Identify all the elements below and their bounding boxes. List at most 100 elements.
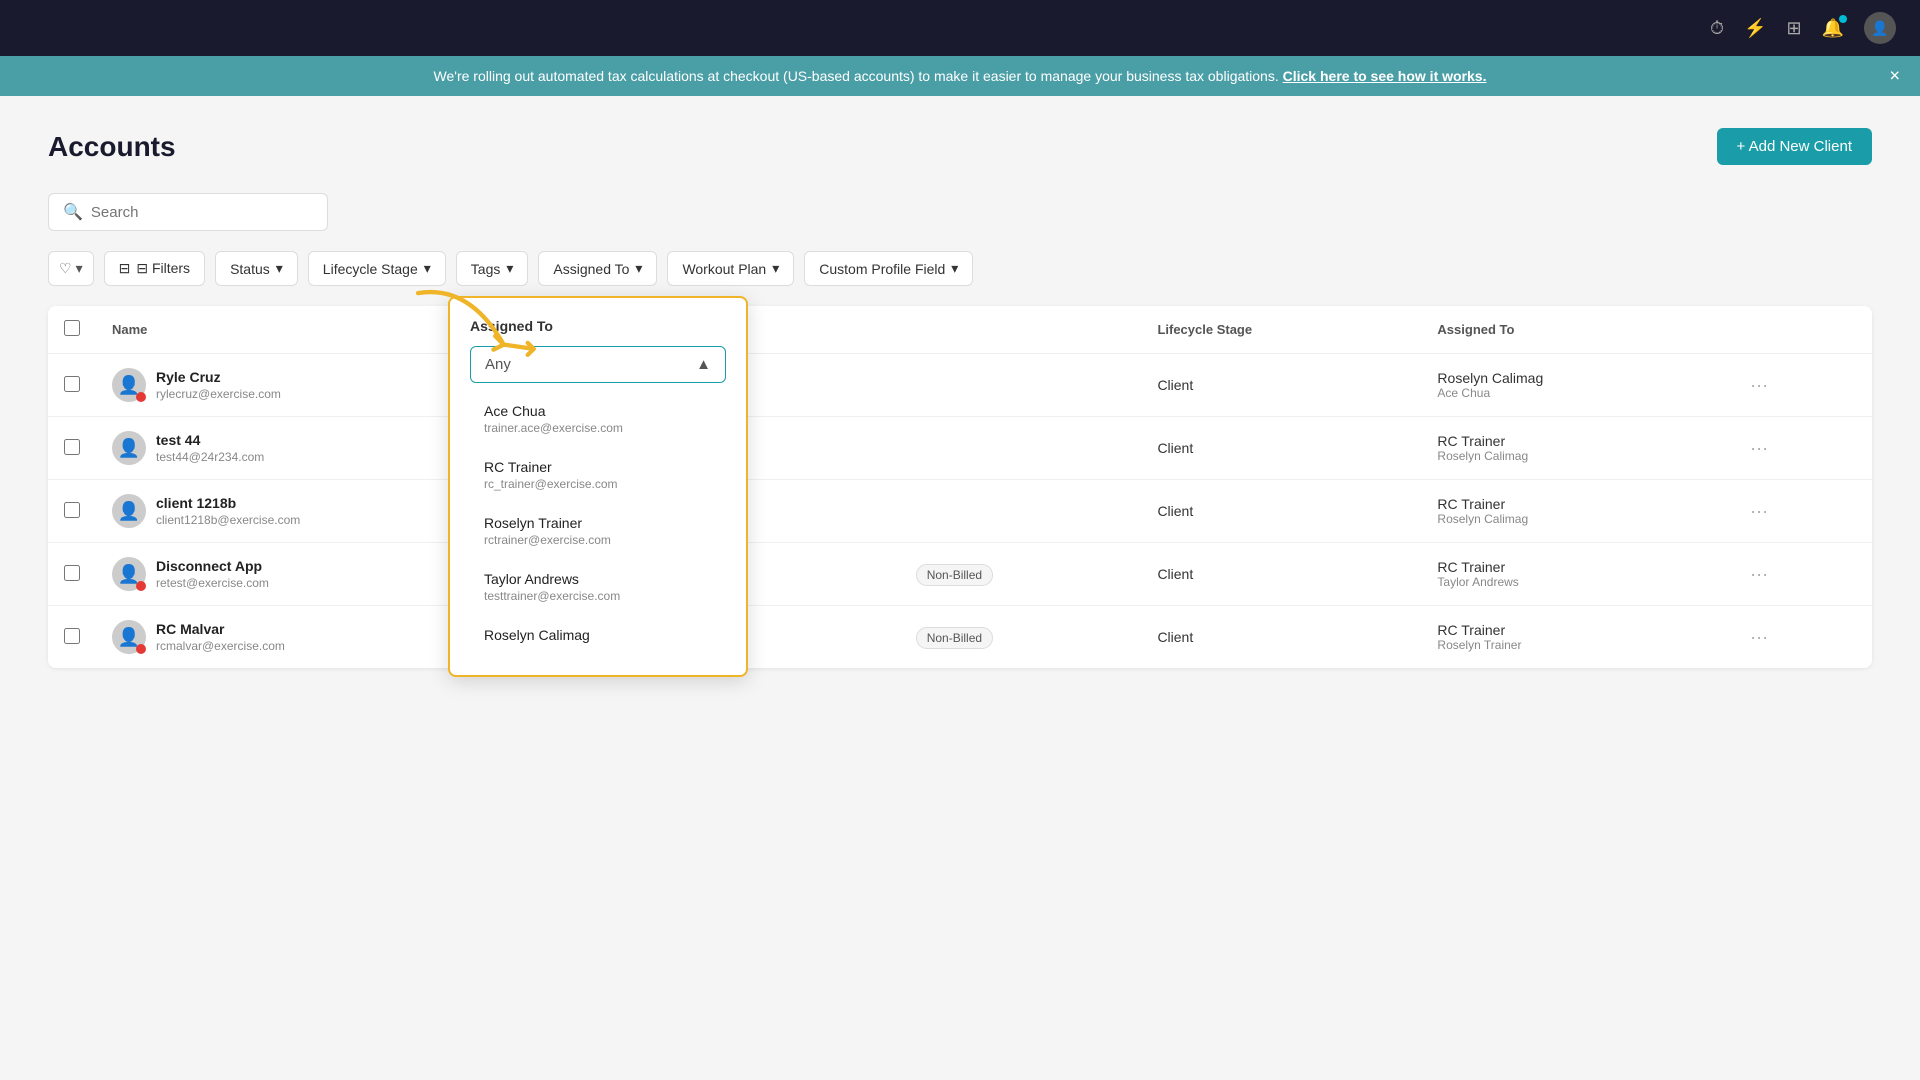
col-billing <box>900 306 1142 354</box>
client-name: client 1218b <box>156 495 300 511</box>
avatar: 👤 <box>112 494 146 528</box>
assigned-name: RC Trainer <box>1437 559 1710 575</box>
option-name: Taylor Andrews <box>484 571 712 587</box>
table-row: 👤 RC Malvar rcmalvar@exercise.com Fri, F… <box>48 606 1872 669</box>
more-options-button[interactable]: ··· <box>1742 623 1776 652</box>
option-email: trainer.ace@exercise.com <box>484 421 712 435</box>
row-checkbox[interactable] <box>64 376 80 392</box>
billing-badge <box>900 417 1142 480</box>
col-actions <box>1726 306 1872 354</box>
page-header: Accounts + Add New Client <box>48 128 1872 165</box>
dropdown-option[interactable]: RC Trainer rc_trainer@exercise.com <box>470 447 726 503</box>
row-checkbox[interactable] <box>64 439 80 455</box>
client-email: client1218b@exercise.com <box>156 513 300 527</box>
assigned-to-select[interactable]: Any ▲ <box>470 346 726 383</box>
history-icon[interactable]: ⏱ <box>1710 18 1724 39</box>
favorites-button[interactable]: ♡ ▾ <box>48 251 94 286</box>
avatar[interactable]: 👤 <box>1864 12 1896 44</box>
row-checkbox[interactable] <box>64 502 80 518</box>
dropdown-title: Assigned To <box>470 318 726 334</box>
assigned-to-cell: RC Trainer Roselyn Calimag <box>1421 417 1726 480</box>
lifecycle-label: Lifecycle Stage <box>323 261 418 277</box>
dropdown-options-list: Ace Chua trainer.ace@exercise.com RC Tra… <box>470 391 726 655</box>
avatar: 👤 <box>112 620 146 654</box>
select-all-checkbox[interactable] <box>64 320 80 336</box>
lifecycle-stage: Client <box>1141 606 1421 669</box>
assigned-to-cell: RC Trainer Roselyn Calimag <box>1421 480 1726 543</box>
dropdown-option[interactable]: Ace Chua trainer.ace@exercise.com <box>470 391 726 447</box>
status-dot <box>136 644 146 654</box>
dropdown-option[interactable]: Taylor Andrews testtrainer@exercise.com <box>470 559 726 615</box>
option-name: Ace Chua <box>484 403 712 419</box>
heart-icon: ♡ <box>59 260 72 277</box>
client-email: test44@24r234.com <box>156 450 264 464</box>
chevron-down-icon: ▾ <box>76 260 83 277</box>
lifecycle-stage: Client <box>1141 543 1421 606</box>
lifecycle-stage: Client <box>1141 480 1421 543</box>
avatar-icon: 👤 <box>1871 20 1888 37</box>
table-row: 👤 client 1218b client1218b@exercise.com … <box>48 480 1872 543</box>
search-input[interactable] <box>91 204 313 221</box>
filter-icon: ⊟ <box>119 260 131 277</box>
client-email: rylecruz@exercise.com <box>156 387 281 401</box>
assigned-to-filter[interactable]: Assigned To ▾ <box>538 251 657 286</box>
more-options-button[interactable]: ··· <box>1742 434 1776 463</box>
chevron-down-icon: ▾ <box>635 260 642 277</box>
table-row: 👤 Disconnect App retest@exercise.com Sat… <box>48 543 1872 606</box>
assigned-to-cell: RC Trainer Taylor Andrews <box>1421 543 1726 606</box>
add-new-client-button[interactable]: + Add New Client <box>1717 128 1872 165</box>
more-options-button[interactable]: ··· <box>1742 371 1776 400</box>
workout-plan-filter[interactable]: Workout Plan ▾ <box>667 251 794 286</box>
bell-icon[interactable]: 🔔 <box>1822 18 1844 39</box>
search-icon: 🔍 <box>63 202 83 222</box>
chevron-down-icon: ▾ <box>276 260 283 277</box>
lifecycle-stage-filter[interactable]: Lifecycle Stage ▾ <box>308 251 446 286</box>
assigned-to-value: Any <box>485 356 511 373</box>
tags-filter[interactable]: Tags ▾ <box>456 251 529 286</box>
dropdown-option[interactable]: Roselyn Trainer rctrainer@exercise.com <box>470 503 726 559</box>
assigned-sub: Roselyn Trainer <box>1437 638 1710 652</box>
chevron-down-icon: ▾ <box>772 260 779 277</box>
assigned-to-cell: Roselyn Calimag Ace Chua <box>1421 354 1726 417</box>
avatar-icon: 👤 <box>118 501 140 522</box>
chevron-down-icon: ▾ <box>951 260 958 277</box>
option-email: rc_trainer@exercise.com <box>484 477 712 491</box>
client-name: Disconnect App <box>156 558 269 574</box>
custom-profile-field-filter[interactable]: Custom Profile Field ▾ <box>804 251 973 286</box>
top-navigation: ⏱ ⚡ ⊞ 🔔 👤 <box>0 0 1920 56</box>
billing-status: Non-Billed <box>916 627 993 649</box>
more-options-button[interactable]: ··· <box>1742 560 1776 589</box>
search-bar-container: 🔍 <box>48 193 328 231</box>
announcement-banner: We're rolling out automated tax calculat… <box>0 56 1920 96</box>
workout-plan-label: Workout Plan <box>682 261 766 277</box>
table-row: 👤 Ryle Cruz rylecruz@exercise.com Thu, .… <box>48 354 1872 417</box>
assigned-name: RC Trainer <box>1437 622 1710 638</box>
assigned-to-cell: RC Trainer Roselyn Trainer <box>1421 606 1726 669</box>
client-name: test 44 <box>156 432 264 448</box>
option-name: RC Trainer <box>484 459 712 475</box>
status-filter[interactable]: Status ▾ <box>215 251 298 286</box>
chevron-down-icon: ▾ <box>424 260 431 277</box>
lifecycle-stage: Client <box>1141 354 1421 417</box>
grid-icon[interactable]: ⊞ <box>1786 18 1801 39</box>
table-section: Name Signup Date Lifecycle Stage Assigne… <box>48 306 1872 668</box>
more-options-button[interactable]: ··· <box>1742 497 1776 526</box>
option-email: rctrainer@exercise.com <box>484 533 712 547</box>
dropdown-option[interactable]: Roselyn Calimag <box>470 615 726 655</box>
avatar-icon: 👤 <box>118 438 140 459</box>
assigned-sub: Roselyn Calimag <box>1437 449 1710 463</box>
accounts-table: Name Signup Date Lifecycle Stage Assigne… <box>48 306 1872 668</box>
banner-link[interactable]: Click here to see how it works. <box>1283 68 1487 84</box>
avatar: 👤 <box>112 431 146 465</box>
row-checkbox[interactable] <box>64 565 80 581</box>
status-label: Status <box>230 261 270 277</box>
row-checkbox[interactable] <box>64 628 80 644</box>
filters-button[interactable]: ⊟ ⊟ Filters <box>104 251 205 286</box>
avatar: 👤 <box>112 368 146 402</box>
chevron-down-icon: ▾ <box>506 260 513 277</box>
lightning-icon[interactable]: ⚡ <box>1744 18 1766 39</box>
banner-close-button[interactable]: × <box>1889 66 1900 87</box>
avatar: 👤 <box>112 557 146 591</box>
option-name: Roselyn Calimag <box>484 627 712 643</box>
assigned-sub: Taylor Andrews <box>1437 575 1710 589</box>
